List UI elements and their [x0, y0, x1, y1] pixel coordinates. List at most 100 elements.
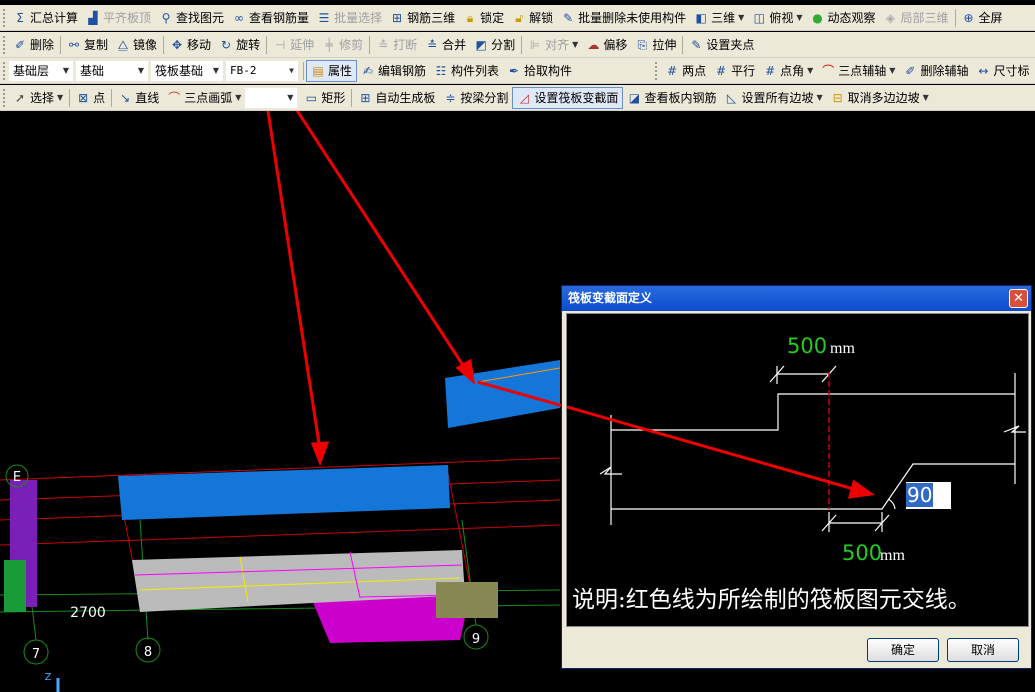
- auto-slab-button[interactable]: ⊞ 自动生成板: [354, 87, 439, 109]
- split-by-beam-button[interactable]: ≑ 按梁分割: [439, 87, 512, 109]
- partial-3d-button[interactable]: ◈ 局部三维: [880, 7, 953, 29]
- stretch-button[interactable]: ⎘ 拉伸: [631, 34, 680, 56]
- properties-button[interactable]: ▤ 属性: [306, 59, 358, 82]
- cancel-button[interactable]: 取消: [947, 638, 1019, 662]
- bottom-width-unit: mm: [880, 547, 905, 564]
- column-block[interactable]: [436, 582, 498, 618]
- pick-button[interactable]: ✒ 拾取构件: [503, 60, 576, 82]
- chevron-down-icon[interactable]: ▼: [923, 93, 929, 102]
- toolbar-grip[interactable]: [3, 35, 6, 54]
- layer-select[interactable]: 基础层 ▼: [9, 60, 73, 81]
- break-button[interactable]: ≛ 打断: [372, 34, 421, 56]
- angle-input[interactable]: 90: [906, 482, 951, 509]
- line-icon: ↘: [120, 90, 131, 105]
- label: 编辑钢筋: [378, 64, 427, 78]
- line-button[interactable]: ↘ 直线: [114, 87, 163, 109]
- chevron-down-icon[interactable]: ▼: [889, 66, 895, 75]
- label: 拉伸: [652, 38, 677, 52]
- label: 筏板基础: [155, 64, 204, 78]
- label: 直线: [135, 91, 160, 105]
- ok-button[interactable]: 确定: [867, 638, 939, 662]
- parallel-axis-button[interactable]: # 平行: [710, 60, 759, 82]
- set-section-button[interactable]: ◿ 设置筏板变截面: [512, 86, 624, 109]
- orbit-button[interactable]: ● 动态观察: [806, 7, 879, 29]
- chevron-down-icon[interactable]: ▼: [807, 66, 813, 75]
- rebar-3d-button[interactable]: ⊞ 钢筋三维: [386, 7, 459, 29]
- edit-rebar-button[interactable]: ✍ 编辑钢筋: [357, 60, 430, 82]
- extend-icon: ⊣: [274, 37, 286, 52]
- batch-select-button[interactable]: ☰ 批量选择: [313, 7, 386, 29]
- merge-button[interactable]: ≛ 合并: [421, 34, 470, 56]
- flat-top-button[interactable]: ▟ 平齐板顶: [82, 7, 155, 29]
- arc-mode-select[interactable]: ▼: [245, 87, 298, 108]
- top-view-button[interactable]: ◫ 俯视 ▼: [748, 7, 806, 29]
- chevron-down-icon[interactable]: ▼: [738, 13, 744, 22]
- chevron-down-icon[interactable]: ▼: [235, 93, 241, 102]
- close-button[interactable]: ✕: [1009, 289, 1028, 308]
- split-button[interactable]: ◩ 分割: [470, 34, 519, 56]
- label: 平行: [731, 64, 756, 78]
- axis-label-e: E: [13, 470, 21, 485]
- trim-button[interactable]: ╪ 修剪: [318, 34, 367, 56]
- batch-delete-button[interactable]: ✎ 批量删除未使用构件: [557, 7, 690, 29]
- chevron-down-icon[interactable]: ▼: [57, 93, 63, 102]
- toolbar-grip[interactable]: [3, 8, 6, 27]
- eyedropper-icon: ✒: [509, 63, 520, 78]
- toolbar-grip[interactable]: [655, 61, 658, 80]
- offset-icon: ☁: [587, 37, 600, 52]
- component-select[interactable]: FB-2 ▼: [226, 60, 298, 81]
- split-icon: ◩: [475, 37, 487, 52]
- align-button[interactable]: ⊫ 对齐 ▼: [524, 34, 582, 56]
- rectangle-button[interactable]: ▭ 矩形: [300, 87, 349, 109]
- chevron-down-icon: ▼: [212, 66, 219, 75]
- set-all-slopes-button[interactable]: ◺ 设置所有边坡 ▼: [720, 87, 826, 109]
- type-select[interactable]: 筏板基础 ▼: [151, 60, 223, 81]
- move-button[interactable]: ✥ 移动: [166, 34, 215, 56]
- label: 设置所有边坡: [741, 91, 814, 105]
- toolbar-grip[interactable]: [3, 61, 6, 80]
- label: FB-2: [230, 64, 257, 77]
- orbit-icon: ●: [812, 10, 823, 25]
- category-select[interactable]: 基础 ▼: [76, 60, 148, 81]
- find-button[interactable]: ⚲ 查找图元: [155, 7, 228, 29]
- chevron-down-icon[interactable]: ▼: [816, 93, 822, 102]
- view-3d-button[interactable]: ◧ 三维 ▼: [690, 7, 748, 29]
- point-angle-button[interactable]: # 点角 ▼: [759, 60, 817, 82]
- flat-icon: ▟: [88, 10, 98, 25]
- component-list-button[interactable]: ☷ 构件列表: [430, 60, 503, 82]
- toolbar-draw: ➚ 选择 ▼ ⊠ 点 ↘ 直线 ⌒ 三点画弧 ▼ ▼ ▭ 矩形 ⊞ 自动生成板 ≑ 按梁分割 ◿ 设…: [0, 85, 1035, 111]
- copy-button[interactable]: ⚯ 复制: [63, 34, 112, 56]
- lock-button[interactable]: 🔒︎ 锁定: [459, 7, 508, 29]
- delete-axis-button[interactable]: ✐ 删除辅轴: [899, 60, 972, 82]
- axis-label-7: 7: [32, 647, 40, 662]
- chevron-down-icon[interactable]: ▼: [796, 13, 802, 22]
- list-icon: ☷: [435, 63, 447, 78]
- separator: [303, 61, 304, 80]
- offset-button[interactable]: ☁ 偏移: [582, 34, 631, 56]
- extend-button[interactable]: ⊣ 延伸: [269, 34, 318, 56]
- delete-button[interactable]: ✐ 删除: [9, 34, 58, 56]
- cancel-slopes-button[interactable]: ⊟ 取消多边边坡 ▼: [827, 87, 933, 109]
- rotate-button[interactable]: ↻ 旋转: [215, 34, 264, 56]
- view-rebar-button[interactable]: ∞ 查看钢筋量: [228, 7, 313, 29]
- three-point-axis-button[interactable]: ⌒ 三点辅轴 ▼: [817, 60, 899, 82]
- sum-button[interactable]: Σ 汇总计算: [9, 7, 82, 29]
- dimension-button[interactable]: ↔ 尺寸标: [972, 60, 1033, 82]
- chevron-down-icon[interactable]: ▼: [572, 40, 578, 49]
- toolbar-grip[interactable]: [3, 88, 6, 107]
- top-width-value[interactable]: 500: [787, 334, 827, 358]
- mirror-button[interactable]: ⧋ 镜像: [112, 34, 161, 56]
- view-slab-rebar-button[interactable]: ◪ 查看板内钢筋: [623, 87, 720, 109]
- select-button[interactable]: ➚ 选择 ▼: [9, 87, 67, 109]
- unlock-button[interactable]: 🔓︎ 解锁: [508, 7, 557, 29]
- fullscreen-button[interactable]: ⊕ 全屏: [958, 7, 1007, 29]
- bottom-width-value[interactable]: 500: [842, 541, 882, 565]
- parallel-icon: #: [716, 63, 727, 78]
- label: 取消多边边坡: [847, 91, 920, 105]
- set-grip-button[interactable]: ✎ 设置夹点: [685, 34, 758, 56]
- point-button[interactable]: ⊠ 点: [72, 87, 109, 109]
- arc-button[interactable]: ⌒ 三点画弧 ▼: [163, 87, 245, 109]
- two-point-axis-button[interactable]: # 两点: [661, 60, 710, 82]
- wall-green[interactable]: [4, 560, 26, 612]
- note-text: 说明:红色线为所绘制的筏板图元交线。: [572, 587, 971, 613]
